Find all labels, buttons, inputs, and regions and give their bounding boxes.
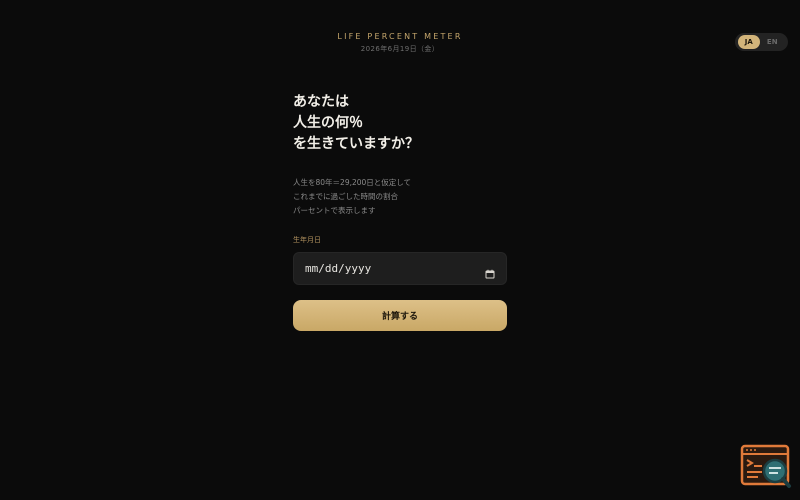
hero-line: あなたは <box>293 94 349 110</box>
browser-search-icon[interactable] <box>740 444 792 492</box>
main-content: あなたは 人生の何％ を生きていますか？ 人生を80年＝29,200日と仮定して… <box>293 92 507 331</box>
birthdate-input[interactable]: mm/dd/yyyy <box>293 252 507 285</box>
description-line: パーセントで表示します <box>293 206 376 215</box>
birthdate-label: 生年月日 <box>293 236 321 244</box>
lang-option-ja[interactable]: JA <box>738 35 760 49</box>
lang-option-en[interactable]: EN <box>762 35 784 49</box>
page: LIFE PERCENT METER 2026年6月19日（金） JA EN あ… <box>0 0 800 500</box>
calculate-button[interactable]: 計算する <box>293 300 507 331</box>
app-title: LIFE PERCENT METER <box>337 32 463 41</box>
current-date: 2026年6月19日（金） <box>360 45 440 53</box>
calendar-icon[interactable] <box>485 264 495 278</box>
hero-heading: あなたは 人生の何％ を生きていますか？ <box>293 92 507 155</box>
hero-line: を生きていますか？ <box>293 136 419 152</box>
hero-line: 人生の何％ <box>293 115 363 131</box>
language-toggle: JA EN <box>735 33 788 51</box>
birthdate-placeholder: mm/dd/yyyy <box>305 262 372 275</box>
description-line: これまでに過ごした時間の割合 <box>293 192 398 201</box>
description: 人生を80年＝29,200日と仮定して これまでに過ごした時間の割合 パーセント… <box>293 176 507 218</box>
description-line: 人生を80年＝29,200日と仮定して <box>293 178 412 187</box>
